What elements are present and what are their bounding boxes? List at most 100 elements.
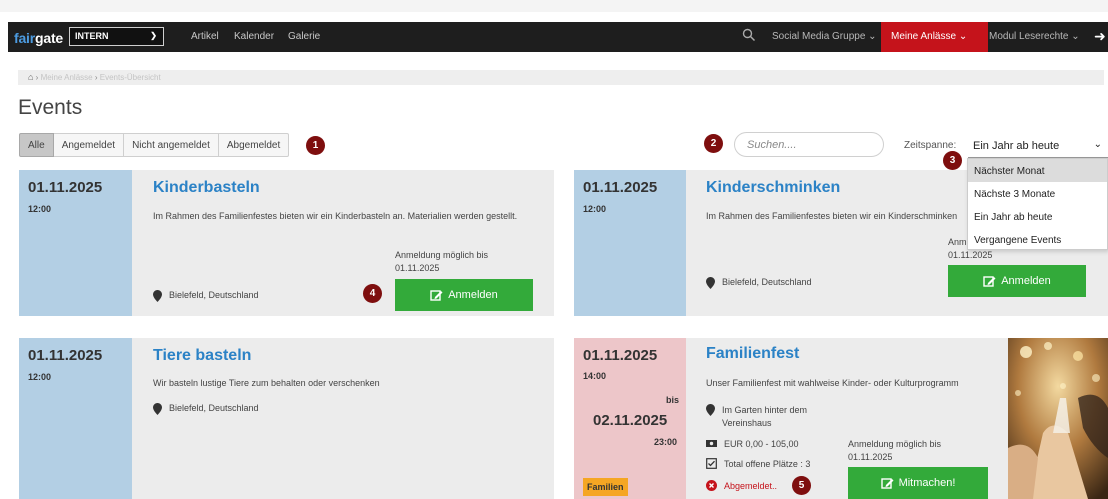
nav-link-galerie[interactable]: Galerie <box>288 31 320 42</box>
breadcrumb-item-events-uebersicht: Events-Übersicht <box>99 73 161 82</box>
zeitspanne-label: Zeitspanne: <box>904 140 957 151</box>
event-location: Bielefeld, Deutschland <box>153 403 259 415</box>
event-location-line2: Vereinshaus <box>722 418 772 428</box>
event-date: 01.11.2025 <box>583 347 658 364</box>
home-icon[interactable]: ⌂ <box>28 72 33 82</box>
zeitspanne-dropdown: Nächster Monat Nächste 3 Monate Ein Jahr… <box>967 158 1108 250</box>
breadcrumb: ⌂ › Meine Anlässe › Events-Übersicht <box>18 70 1104 85</box>
edit-icon <box>983 275 996 287</box>
event-location: Bielefeld, Deutschland <box>706 277 812 289</box>
zeitspanne-option-naechste-3-monate[interactable]: Nächste 3 Monate <box>968 182 1107 205</box>
event-price-text: EUR 0,00 - 105,00 <box>724 438 799 449</box>
map-pin-icon <box>706 277 715 289</box>
zeitspanne-option-vergangene-events[interactable]: Vergangene Events <box>968 228 1107 251</box>
event-description: Im Rahmen des Familienfestes bieten wir … <box>153 211 518 221</box>
anmelden-button[interactable]: Anmelden <box>948 265 1086 297</box>
event-location-text: Bielefeld, Deutschland <box>169 290 259 300</box>
breadcrumb-separator-icon: › <box>94 73 98 82</box>
registration-deadline-date: 01.11.2025 <box>948 250 993 260</box>
registration-deadline-label: Anmeldung möglich bis <box>395 250 489 260</box>
anmelden-button-label: Anmelden <box>1001 275 1051 287</box>
event-photo <box>1008 338 1108 499</box>
step-marker-5: 5 <box>792 476 811 495</box>
event-until-label: bis <box>666 395 680 405</box>
filter-alle-button[interactable]: Alle <box>19 133 54 157</box>
edit-icon <box>880 477 894 489</box>
zeitspanne-option-ein-jahr[interactable]: Ein Jahr ab heute <box>968 205 1107 228</box>
nav-link-artikel[interactable]: Artikel <box>191 31 219 42</box>
browser-top-strip <box>0 0 1108 12</box>
step-marker-1: 1 <box>306 136 325 155</box>
event-card-kinderbasteln[interactable]: 01.11.2025 12:00 Kinderbasteln Im Rahmen… <box>19 170 554 316</box>
registration-deadline-label: Anm <box>948 237 967 247</box>
filter-angemeldet-button[interactable]: Angemeldet <box>53 133 125 157</box>
map-pin-icon <box>706 404 715 416</box>
event-card-familienfest[interactable]: 01.11.2025 14:00 bis 02.11.2025 23:00 Fa… <box>574 338 1008 499</box>
event-date: 01.11.2025 <box>28 179 103 196</box>
money-icon <box>706 440 717 447</box>
main-navbar: fairgate INTERN ❯ Artikel Kalender Galer… <box>8 22 1108 52</box>
event-description: Im Rahmen des Familienfestes bieten wir … <box>706 211 958 221</box>
search-icon[interactable] <box>742 28 756 42</box>
map-pin-icon <box>153 290 162 302</box>
event-time: 12:00 <box>583 204 607 214</box>
anmelden-button[interactable]: Anmelden <box>395 279 533 311</box>
registration-deadline-date: 01.11.2025 <box>848 452 893 462</box>
fairgate-logo[interactable]: fairgate <box>14 30 63 46</box>
org-select[interactable]: INTERN ❯ <box>69 27 164 46</box>
zeitspanne-selected-value: Ein Jahr ab heute <box>973 140 1060 152</box>
event-time: 12:00 <box>28 372 52 382</box>
event-description: Wir basteln lustige Tiere zum behalten o… <box>153 378 380 388</box>
step-marker-2: 2 <box>704 134 723 153</box>
registration-deadline: Anmeldung möglich bis 01.11.2025 <box>395 249 488 275</box>
anmelden-button-label: Anmelden <box>448 289 498 301</box>
event-title[interactable]: Kinderschminken <box>706 179 840 197</box>
event-location: Im Garten hinter dem Vereinshaus <box>706 404 807 430</box>
chevron-down-icon: ⌄ <box>1093 139 1102 150</box>
org-select-value: INTERN <box>75 31 109 41</box>
event-end-date: 02.11.2025 <box>593 412 668 429</box>
event-description: Unser Familienfest mit wahlweise Kinder-… <box>706 378 959 388</box>
cancel-circle-icon <box>706 480 717 491</box>
nav-modul-leserechte-label: Modul Leserechte <box>989 31 1069 42</box>
event-end-time: 23:00 <box>654 437 678 447</box>
step-marker-4: 4 <box>363 284 382 303</box>
event-title[interactable]: Tiere basteln <box>153 347 251 365</box>
event-time: 14:00 <box>583 371 607 381</box>
event-places: Total offene Plätze : 3 <box>706 458 810 469</box>
logout-arrow-icon[interactable]: ➜ <box>1094 28 1106 45</box>
logo-part-gate: gate <box>35 30 63 46</box>
event-places-text: Total offene Plätze : 3 <box>724 458 811 469</box>
mitmachen-button[interactable]: Mitmachen! <box>848 467 988 499</box>
chevron-down-icon: ⌄ <box>1071 31 1080 42</box>
edit-icon <box>430 289 443 301</box>
chevron-down-icon: ⌄ <box>958 31 968 42</box>
category-tag: Familien <box>583 478 628 496</box>
event-card-tiere-basteln[interactable]: 01.11.2025 12:00 Tiere basteln Wir baste… <box>19 338 554 499</box>
breadcrumb-item-meine-anlaesse[interactable]: Meine Anlässe <box>41 73 93 82</box>
registration-status-text: Abgemeldet.. <box>724 480 778 491</box>
registration-status[interactable]: Abgemeldet.. <box>706 480 777 491</box>
registration-deadline-label: Anmeldung möglich bis <box>848 439 942 449</box>
nav-modul-leserechte[interactable]: Modul Leserechte ⌄ <box>989 31 1080 42</box>
filter-abgemeldet-button[interactable]: Abgemeldet <box>218 133 290 157</box>
event-date: 01.11.2025 <box>583 179 658 196</box>
nav-link-kalender[interactable]: Kalender <box>234 31 274 42</box>
chevron-down-icon: ❯ <box>150 31 157 40</box>
event-title[interactable]: Familienfest <box>706 345 799 363</box>
event-search-input[interactable]: Suchen.... <box>734 132 884 157</box>
event-title[interactable]: Kinderbasteln <box>153 179 260 197</box>
registration-deadline: Anmeldung möglich bis 01.11.2025 <box>848 438 941 464</box>
nav-social-media-gruppe[interactable]: Social Media Gruppe ⌄ <box>772 31 877 42</box>
event-location-text: Im Garten hinter dem Vereinshaus <box>722 404 807 430</box>
event-time: 12:00 <box>28 204 52 214</box>
zeitspanne-option-naechster-monat[interactable]: Nächster Monat <box>968 159 1107 182</box>
filter-nicht-angemeldet-button[interactable]: Nicht angemeldet <box>124 133 219 157</box>
map-pin-icon <box>153 403 162 415</box>
zeitspanne-select[interactable]: Ein Jahr ab heute ⌄ <box>968 134 1108 158</box>
top-bar: fairgate INTERN ❯ Artikel Kalender Galer… <box>0 0 1108 52</box>
nav-social-media-label: Social Media Gruppe <box>772 31 866 42</box>
event-location: Bielefeld, Deutschland <box>153 290 259 302</box>
nav-meine-anlaesse[interactable]: Meine Anlässe ⌄ <box>881 22 988 52</box>
step-marker-3: 3 <box>943 151 962 170</box>
